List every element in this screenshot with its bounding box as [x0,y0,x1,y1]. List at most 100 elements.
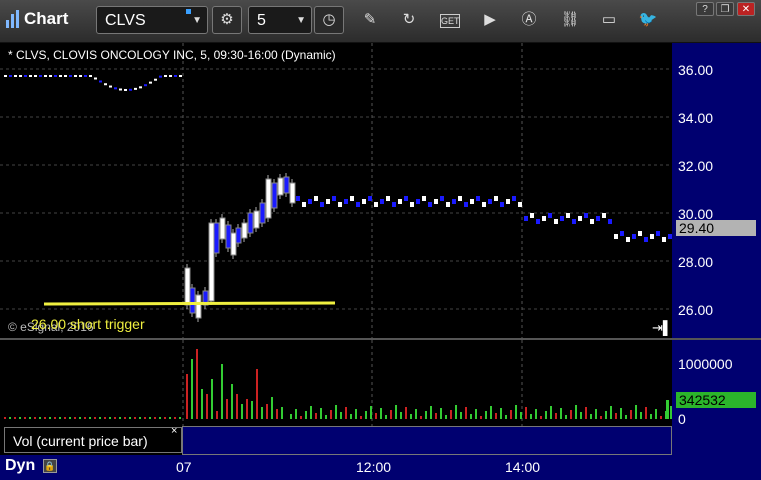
volume-bar [54,417,56,419]
volume-bar [640,412,642,419]
close-button[interactable]: ✕ [737,2,755,16]
price-bar [169,75,172,77]
symbol-input[interactable]: CLVS ▼ [96,6,208,34]
volume-bar [545,411,547,419]
chart-logo-icon [6,10,20,28]
volume-bar [650,414,652,419]
twitter-bird-icon[interactable]: 🐦 [638,10,658,30]
clock-button[interactable]: ◷ [314,6,344,34]
get-icon[interactable]: GET [440,14,460,28]
interval-select[interactable]: 5 ▼ [248,6,312,34]
volume-bar [315,413,317,419]
volume-bar [550,406,552,419]
volume-bar [415,409,417,419]
volume-bar [400,412,402,419]
volume-bar [246,399,248,419]
help-button[interactable]: ? [696,2,714,16]
time-mode[interactable]: Dyn [5,457,35,475]
volume-bar [395,405,397,419]
volume-bar [385,415,387,419]
price-bar [638,231,642,236]
alert-a-icon[interactable]: Ⓐ [519,10,539,30]
price-bar [302,202,306,207]
time-tick: 12:00 [356,459,392,475]
volume-bar [149,417,151,419]
price-bar [512,196,516,201]
volume-bar [206,394,208,419]
volume-bar [69,417,71,419]
volume-bar [9,417,11,419]
price-bar [164,75,167,77]
price-bar [554,219,558,224]
volume-bar [380,408,382,419]
price-bar [464,202,468,207]
volume-bar [226,399,228,419]
volume-bar [505,415,507,419]
price-bar [602,213,606,218]
volume-bar [39,417,41,419]
volume-chart[interactable] [0,340,672,426]
price-bar [404,196,408,201]
price-bar [458,196,462,201]
volume-bar [241,404,243,419]
price-bar [434,199,438,204]
price-bar [632,234,636,239]
candle-body [235,227,242,244]
candle-body [283,176,290,194]
price-bar [482,202,486,207]
candle-body [247,212,254,234]
candle-body [213,222,220,254]
lock-icon[interactable]: 🔒 [43,459,57,473]
toolbar: Chart CLVS ▼ ⚙ 5 ▼ ◷ ✎ ↻ GET ▶ Ⓐ ⛓ ▭ 🐦 ?… [0,0,761,43]
volume-bar [104,417,106,419]
time-tick: 14:00 [505,459,541,475]
volume-bar [410,414,412,419]
price-axis[interactable] [672,43,761,338]
refresh-icon[interactable]: ↻ [399,10,419,30]
link-icon[interactable]: ⛓ [560,10,580,30]
volume-bar [405,407,407,419]
volume-bar [4,417,6,419]
price-bar [356,202,360,207]
price-bar [144,84,147,87]
price-bar [446,202,450,207]
volume-bar [325,415,327,419]
volume-bar [440,408,442,419]
chevron-down-icon[interactable]: ▼ [296,7,306,35]
volume-bar [480,416,482,419]
volume-bar [645,407,647,419]
price-bar [39,75,42,77]
price-bar [560,216,564,221]
price-bar [428,202,432,207]
volume-bar [169,417,171,419]
settings-gear-button[interactable]: ⚙ [212,6,242,34]
volume-bar [164,417,166,419]
close-study-icon[interactable]: × [171,425,177,437]
price-bar [344,199,348,204]
volume-bar [660,416,662,419]
price-bar [524,216,528,221]
candle-body [271,182,278,209]
price-chart[interactable] [0,43,672,338]
price-bar [14,75,17,77]
play-icon[interactable]: ▶ [480,10,500,30]
price-bar [614,234,618,239]
trigger-annotation[interactable]: 26.00 short trigger [31,316,145,332]
volume-bar [154,417,156,419]
chevron-down-icon[interactable]: ▼ [192,7,202,35]
price-bar [590,219,594,224]
volume-bar [370,406,372,419]
price-bar [470,199,474,204]
clock-icon: ◷ [322,11,336,28]
price-bar [54,75,57,77]
price-bar [19,75,22,77]
restore-button[interactable]: ❐ [716,2,734,16]
price-bar [149,81,152,84]
chat-icon[interactable]: ▭ [599,10,619,30]
volume-caption[interactable]: Vol (current price bar) [4,427,182,453]
jump-to-end-icon[interactable]: ⇥▌ [652,320,672,336]
pencil-icon[interactable]: ✎ [360,10,380,30]
volume-bar [109,417,111,419]
price-bar [626,237,630,242]
price-bar [159,75,162,78]
